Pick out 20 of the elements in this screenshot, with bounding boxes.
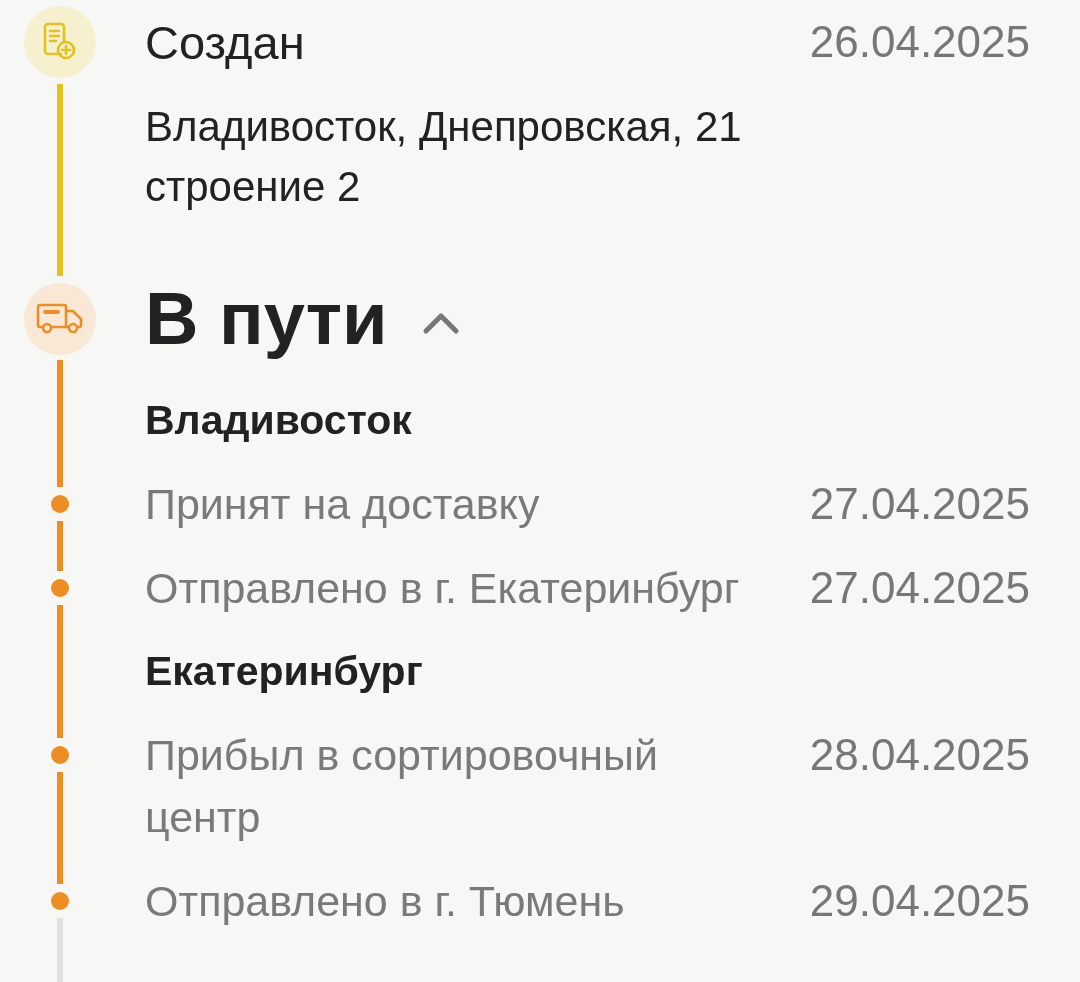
city-heading: Екатеринбург	[145, 647, 423, 696]
event-date: 27.04.2025	[809, 478, 1030, 530]
event-text: Принят на доставку	[145, 479, 540, 530]
event-date: 27.04.2025	[809, 562, 1030, 614]
chevron-icon	[421, 310, 460, 335]
address-line: строение 2	[145, 162, 361, 212]
address-line: Владивосток, Днепровская, 21	[145, 102, 742, 152]
status-title: Создан	[145, 14, 305, 70]
status-date: 26.04.2025	[809, 16, 1030, 68]
status-title: В пути	[145, 276, 388, 361]
event-date: 29.04.2025	[809, 875, 1030, 927]
timeline-dot	[51, 746, 69, 764]
event-date: 28.04.2025	[809, 729, 1030, 781]
timeline-dot	[51, 495, 69, 513]
timeline-dot	[51, 892, 69, 910]
event-text: Прибыл в сортировочный центр	[145, 730, 660, 843]
timeline-dot	[51, 579, 69, 597]
event-text: Отправлено в г. Тюмень	[145, 876, 625, 927]
event-text: Отправлено в г. Екатеринбург	[145, 563, 740, 614]
city-heading: Владивосток	[145, 396, 412, 445]
